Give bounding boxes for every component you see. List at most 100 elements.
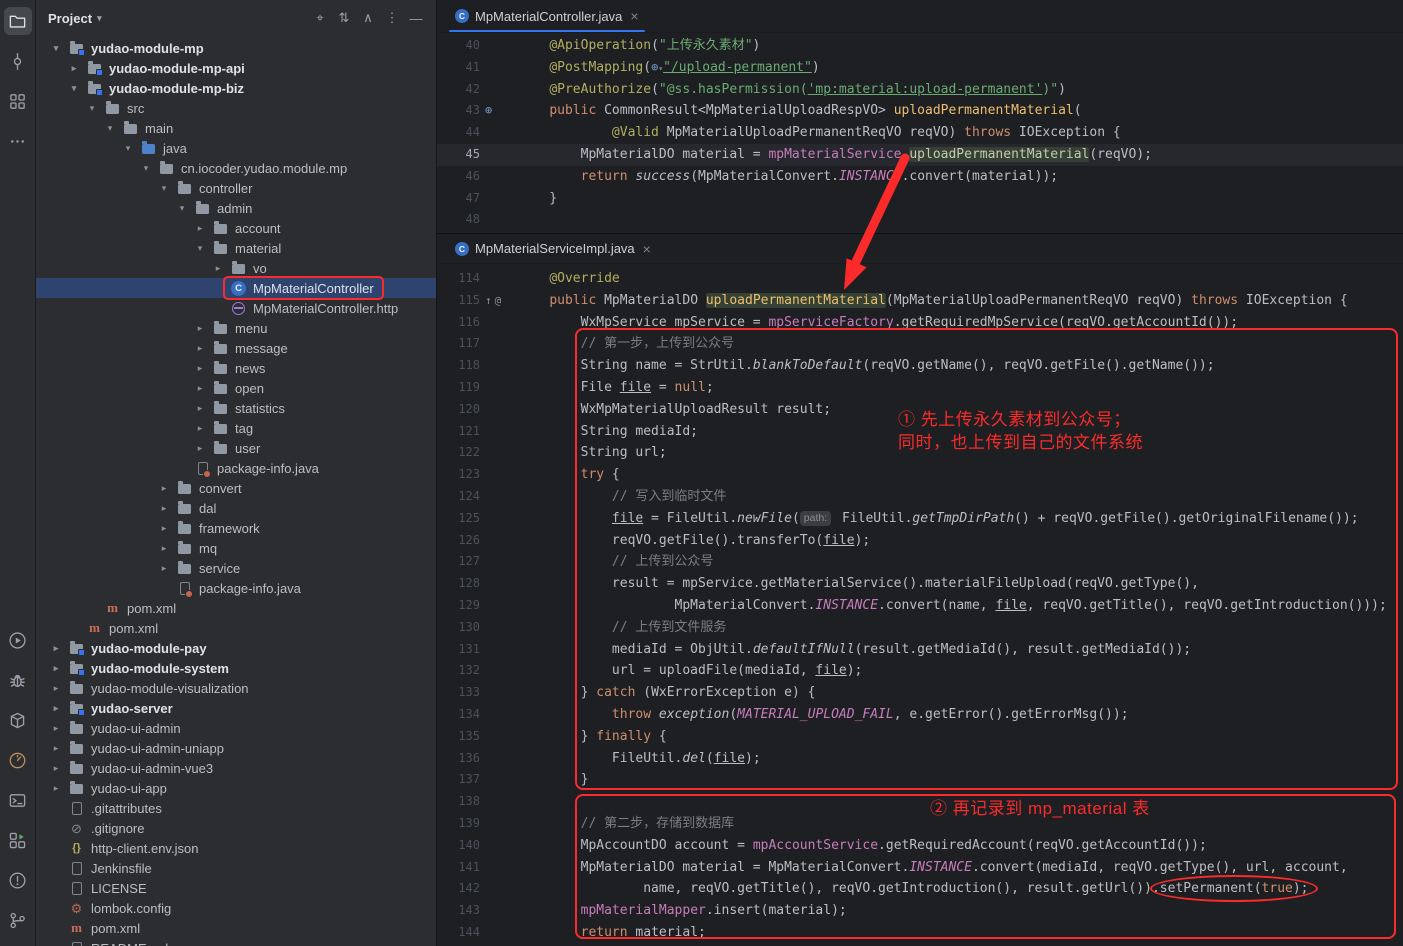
- close-tab-icon[interactable]: ×: [630, 8, 638, 24]
- tree-item-package-info-java[interactable]: package-info.java: [36, 458, 436, 478]
- more-icon[interactable]: [4, 127, 32, 155]
- tree-item-vo[interactable]: ▸vo: [36, 258, 436, 278]
- gutter[interactable]: 48: [437, 209, 515, 231]
- structure-icon[interactable]: [4, 87, 32, 115]
- gutter[interactable]: 42: [437, 79, 515, 101]
- code-line[interactable]: 115↑@ public MpMaterialDO uploadPermanen…: [437, 290, 1403, 312]
- tree-item-yudao-module-visualization[interactable]: ▸yudao-module-visualization: [36, 678, 436, 698]
- gutter[interactable]: 144: [437, 922, 515, 944]
- chevron-icon[interactable]: ▸: [48, 743, 64, 754]
- tree-item-admin[interactable]: ▾admin: [36, 198, 436, 218]
- tree-item-yudao-ui-admin-uniapp[interactable]: ▸yudao-ui-admin-uniapp: [36, 738, 436, 758]
- tree-item-mpmaterialcontroller-http[interactable]: MpMaterialController.http: [36, 298, 436, 318]
- gutter[interactable]: 44: [437, 122, 515, 144]
- tree-item-news[interactable]: ▸news: [36, 358, 436, 378]
- gutter[interactable]: 120: [437, 399, 515, 421]
- gutter[interactable]: 143: [437, 900, 515, 922]
- gutter[interactable]: 43⊕: [437, 100, 515, 122]
- chevron-icon[interactable]: ▸: [192, 363, 208, 374]
- tree-item--gitignore[interactable]: ⊘.gitignore: [36, 818, 436, 838]
- terminal-icon[interactable]: [4, 786, 32, 814]
- services-icon[interactable]: [4, 826, 32, 854]
- tree-item-user[interactable]: ▸user: [36, 438, 436, 458]
- problems-icon[interactable]: [4, 866, 32, 894]
- profiler-icon[interactable]: [4, 746, 32, 774]
- code-line[interactable]: 41 @PostMapping(⊕▾"/upload-permanent"): [437, 57, 1403, 79]
- tree-item--gitattributes[interactable]: .gitattributes: [36, 798, 436, 818]
- expand-all-icon[interactable]: ⇅: [332, 6, 356, 30]
- code-line[interactable]: 120 WxMpMaterialUploadResult result;: [437, 399, 1403, 421]
- gutter[interactable]: 142: [437, 878, 515, 900]
- options-icon[interactable]: ⋮: [380, 6, 404, 30]
- gutter[interactable]: 47: [437, 188, 515, 210]
- code-line[interactable]: 138: [437, 791, 1403, 813]
- tree-item-controller[interactable]: ▾controller: [36, 178, 436, 198]
- code-line[interactable]: 42 @PreAuthorize("@ss.hasPermission('mp:…: [437, 79, 1403, 101]
- chevron-icon[interactable]: ▸: [156, 523, 172, 534]
- tree-item-menu[interactable]: ▸menu: [36, 318, 436, 338]
- code-line[interactable]: 45 MpMaterialDO material = mpMaterialSer…: [437, 144, 1403, 166]
- tree-item-yudao-server[interactable]: ▸yudao-server: [36, 698, 436, 718]
- code-line[interactable]: 141 MpMaterialDO material = MpMaterialCo…: [437, 857, 1403, 879]
- tree-item-tag[interactable]: ▸tag: [36, 418, 436, 438]
- gutter[interactable]: 138: [437, 791, 515, 813]
- git-icon[interactable]: [4, 906, 32, 934]
- chevron-icon[interactable]: ▸: [156, 563, 172, 574]
- tree-item-yudao-ui-admin[interactable]: ▸yudao-ui-admin: [36, 718, 436, 738]
- gutter[interactable]: 128: [437, 573, 515, 595]
- code-line[interactable]: 44 @Valid MpMaterialUploadPermanentReqVO…: [437, 122, 1403, 144]
- tab-mpmaterialcontroller-java[interactable]: C MpMaterialController.java ×: [445, 0, 649, 32]
- code-line[interactable]: 144 return material;: [437, 922, 1403, 944]
- gutter[interactable]: 127: [437, 551, 515, 573]
- tree-item-yudao-module-pay[interactable]: ▸yudao-module-pay: [36, 638, 436, 658]
- chevron-icon[interactable]: ▾: [138, 163, 154, 174]
- code-line[interactable]: 134 throw exception(MATERIAL_UPLOAD_FAIL…: [437, 704, 1403, 726]
- gutter[interactable]: 119: [437, 377, 515, 399]
- code-line[interactable]: 142 name, reqVO.getTitle(), reqVO.getInt…: [437, 878, 1403, 900]
- code-line[interactable]: 131 mediaId = ObjUtil.defaultIfNull(resu…: [437, 639, 1403, 661]
- run-icon[interactable]: [4, 626, 32, 654]
- code-line[interactable]: 40 @ApiOperation("上传永久素材"): [437, 35, 1403, 57]
- code-line[interactable]: 122 String url;: [437, 442, 1403, 464]
- chevron-icon[interactable]: ▸: [48, 763, 64, 774]
- gutter[interactable]: 40: [437, 35, 515, 57]
- chevron-icon[interactable]: ▾: [192, 243, 208, 254]
- code-line[interactable]: 48: [437, 209, 1403, 231]
- chevron-icon[interactable]: ▸: [48, 683, 64, 694]
- tree-item-package-info-java[interactable]: package-info.java: [36, 578, 436, 598]
- chevron-icon[interactable]: ▸: [156, 483, 172, 494]
- code-line[interactable]: 137 }: [437, 769, 1403, 791]
- code-line[interactable]: 117 // 第一步，上传到公众号: [437, 333, 1403, 355]
- gutter[interactable]: 114: [437, 268, 515, 290]
- gutter[interactable]: 117: [437, 333, 515, 355]
- collapse-all-icon[interactable]: ∧: [356, 6, 380, 30]
- chevron-icon[interactable]: ▸: [156, 543, 172, 554]
- code-line[interactable]: 128 result = mpService.getMaterialServic…: [437, 573, 1403, 595]
- tree-item-mq[interactable]: ▸mq: [36, 538, 436, 558]
- chevron-icon[interactable]: ▸: [192, 343, 208, 354]
- project-dropdown[interactable]: Project ▾: [48, 11, 102, 26]
- chevron-icon[interactable]: ▸: [156, 503, 172, 514]
- code-line[interactable]: 119 File file = null;: [437, 377, 1403, 399]
- tree-item-service[interactable]: ▸service: [36, 558, 436, 578]
- tree-item-open[interactable]: ▸open: [36, 378, 436, 398]
- gutter[interactable]: 129: [437, 595, 515, 617]
- gutter[interactable]: 130: [437, 617, 515, 639]
- gutter[interactable]: 126: [437, 530, 515, 552]
- code-line[interactable]: 135 } finally {: [437, 726, 1403, 748]
- code-line[interactable]: 121 String mediaId;: [437, 421, 1403, 443]
- gutter[interactable]: 141: [437, 857, 515, 879]
- tree-item-readme-md[interactable]: README.md: [36, 938, 436, 946]
- code-line[interactable]: 46 return success(MpMaterialConvert.INST…: [437, 166, 1403, 188]
- chevron-icon[interactable]: ▸: [66, 63, 82, 74]
- gutter[interactable]: 118: [437, 355, 515, 377]
- gutter[interactable]: 136: [437, 748, 515, 770]
- chevron-icon[interactable]: ▸: [192, 323, 208, 334]
- tree-item-cn-iocoder-yudao-module-mp[interactable]: ▾cn.iocoder.yudao.module.mp: [36, 158, 436, 178]
- gutter[interactable]: 115↑@: [437, 290, 515, 312]
- chevron-icon[interactable]: ▸: [48, 643, 64, 654]
- code-line[interactable]: 127 // 上传到公众号: [437, 551, 1403, 573]
- chevron-icon[interactable]: ▾: [174, 203, 190, 214]
- override-gutter-icon[interactable]: ↑: [485, 290, 492, 312]
- close-tab-icon[interactable]: ×: [643, 241, 651, 257]
